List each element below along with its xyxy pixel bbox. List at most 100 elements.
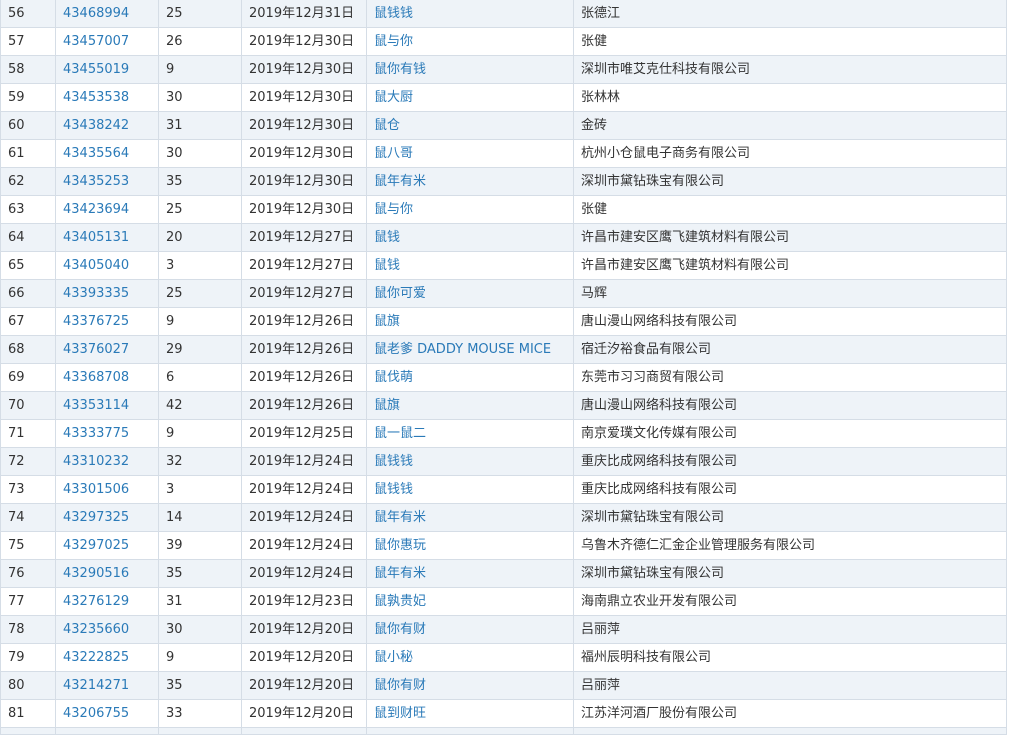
applicant-name: 唐山漫山网络科技有限公司: [573, 391, 1007, 420]
class-number: 31: [158, 587, 242, 616]
registration-number-link[interactable]: 43206755: [55, 699, 159, 728]
row-number: [0, 727, 56, 735]
registration-number-link[interactable]: 43290516: [55, 559, 159, 588]
application-date: 2019年12月30日: [241, 111, 367, 140]
registration-number-link[interactable]: 43405131: [55, 223, 159, 252]
table-row: 57 43457007 26 2019年12月30日 鼠与你 张健: [0, 27, 1007, 56]
trademark-name-link[interactable]: 鼠钱钱: [366, 0, 574, 28]
trademark-name-link[interactable]: 鼠旗: [366, 391, 574, 420]
registration-number-link[interactable]: 43368708: [55, 363, 159, 392]
application-date: 2019年12月20日: [241, 643, 367, 672]
trademark-name-link[interactable]: 鼠你有钱: [366, 55, 574, 84]
trademark-name-link[interactable]: 鼠伐萌: [366, 363, 574, 392]
registration-number-link[interactable]: 43222825: [55, 643, 159, 672]
trademark-name-link[interactable]: 鼠钱钱: [366, 475, 574, 504]
trademark-name-link[interactable]: 鼠仓: [366, 111, 574, 140]
table-row: 68 43376027 29 2019年12月26日 鼠老爹 DADDY MOUSE M…: [0, 335, 1007, 364]
trademark-name-link[interactable]: 鼠老爹 DADDY MOUSE MICE: [366, 335, 574, 364]
registration-number-link[interactable]: 43376027: [55, 335, 159, 364]
application-date: 2019年12月23日: [241, 587, 367, 616]
trademark-name-link[interactable]: 鼠年有米: [366, 559, 574, 588]
registration-number-link: [55, 727, 159, 735]
registration-number-link[interactable]: 43455019: [55, 55, 159, 84]
trademark-name-link[interactable]: 鼠钱: [366, 251, 574, 280]
class-number: 9: [158, 419, 242, 448]
registration-number-link[interactable]: 43393335: [55, 279, 159, 308]
registration-number-link[interactable]: 43468994: [55, 0, 159, 28]
row-number: 73: [0, 475, 56, 504]
row-number: 57: [0, 27, 56, 56]
row-number: 66: [0, 279, 56, 308]
applicant-name: 宿迁汐裕食品有限公司: [573, 335, 1007, 364]
class-number: 32: [158, 447, 242, 476]
trademark-name-link[interactable]: 鼠旗: [366, 307, 574, 336]
registration-number-link[interactable]: 43353114: [55, 391, 159, 420]
trademark-name-link[interactable]: 鼠钱钱: [366, 447, 574, 476]
table-row: [0, 727, 1007, 735]
table-row: 72 43310232 32 2019年12月24日 鼠钱钱 重庆比成网络科技有限公司: [0, 447, 1007, 476]
class-number: 30: [158, 83, 242, 112]
registration-number-link[interactable]: 43453538: [55, 83, 159, 112]
registration-number-link[interactable]: 43214271: [55, 671, 159, 700]
registration-number-link[interactable]: 43435253: [55, 167, 159, 196]
row-number: 60: [0, 111, 56, 140]
trademark-name-link[interactable]: 鼠一鼠二: [366, 419, 574, 448]
table-row: 71 43333775 9 2019年12月25日 鼠一鼠二 南京爱璞文化传媒有限公司: [0, 419, 1007, 448]
class-number: 20: [158, 223, 242, 252]
registration-number-link[interactable]: 43423694: [55, 195, 159, 224]
applicant-name: 吕丽萍: [573, 615, 1007, 644]
class-number: 26: [158, 27, 242, 56]
trademark-name-link[interactable]: 鼠钱: [366, 223, 574, 252]
trademark-name-link[interactable]: 鼠你惠玩: [366, 531, 574, 560]
class-number: 9: [158, 643, 242, 672]
registration-number-link[interactable]: 43435564: [55, 139, 159, 168]
trademark-name-link[interactable]: 鼠年有米: [366, 167, 574, 196]
application-date: 2019年12月27日: [241, 223, 367, 252]
applicant-name: 乌鲁木齐德仁汇金企业管理服务有限公司: [573, 531, 1007, 560]
class-number: 39: [158, 531, 242, 560]
row-number: 58: [0, 55, 56, 84]
class-number: 42: [158, 391, 242, 420]
registration-number-link[interactable]: 43438242: [55, 111, 159, 140]
row-number: 70: [0, 391, 56, 420]
trademark-name-link[interactable]: 鼠与你: [366, 27, 574, 56]
row-number: 76: [0, 559, 56, 588]
trademark-name-link[interactable]: 鼠你有财: [366, 615, 574, 644]
trademark-name-link[interactable]: 鼠年有米: [366, 503, 574, 532]
trademark-name-link[interactable]: 鼠八哥: [366, 139, 574, 168]
trademark-name-link[interactable]: 鼠小秘: [366, 643, 574, 672]
registration-number-link[interactable]: 43457007: [55, 27, 159, 56]
row-number: 78: [0, 615, 56, 644]
class-number: 9: [158, 55, 242, 84]
trademark-name-link[interactable]: 鼠到财旺: [366, 699, 574, 728]
registration-number-link[interactable]: 43235660: [55, 615, 159, 644]
class-number: 25: [158, 195, 242, 224]
class-number: 30: [158, 139, 242, 168]
application-date: 2019年12月20日: [241, 671, 367, 700]
applicant-name: 东莞市习习商贸有限公司: [573, 363, 1007, 392]
applicant-name: 张健: [573, 27, 1007, 56]
registration-number-link[interactable]: 43276129: [55, 587, 159, 616]
registration-number-link[interactable]: 43301506: [55, 475, 159, 504]
row-number: 75: [0, 531, 56, 560]
registration-number-link[interactable]: 43297025: [55, 531, 159, 560]
registration-number-link[interactable]: 43376725: [55, 307, 159, 336]
table-row: 61 43435564 30 2019年12月30日 鼠八哥 杭州小仓鼠电子商务有限公司: [0, 139, 1007, 168]
applicant-name: 重庆比成网络科技有限公司: [573, 475, 1007, 504]
trademark-name-link[interactable]: 鼠大厨: [366, 83, 574, 112]
class-number: [158, 727, 242, 735]
registration-number-link[interactable]: 43310232: [55, 447, 159, 476]
trademark-name-link[interactable]: 鼠与你: [366, 195, 574, 224]
trademark-name-link[interactable]: 鼠你有财: [366, 671, 574, 700]
trademark-name-link[interactable]: 鼠你可爱: [366, 279, 574, 308]
trademark-name-link[interactable]: 鼠孰贵妃: [366, 587, 574, 616]
applicant-name: 张健: [573, 195, 1007, 224]
registration-number-link[interactable]: 43333775: [55, 419, 159, 448]
applicant-name: 深圳市唯艾克仕科技有限公司: [573, 55, 1007, 84]
row-number: 62: [0, 167, 56, 196]
applicant-name: [573, 727, 1007, 735]
registration-number-link[interactable]: 43297325: [55, 503, 159, 532]
registration-number-link[interactable]: 43405040: [55, 251, 159, 280]
table-row: 79 43222825 9 2019年12月20日 鼠小秘 福州辰明科技有限公司: [0, 643, 1007, 672]
applicant-name: 吕丽萍: [573, 671, 1007, 700]
